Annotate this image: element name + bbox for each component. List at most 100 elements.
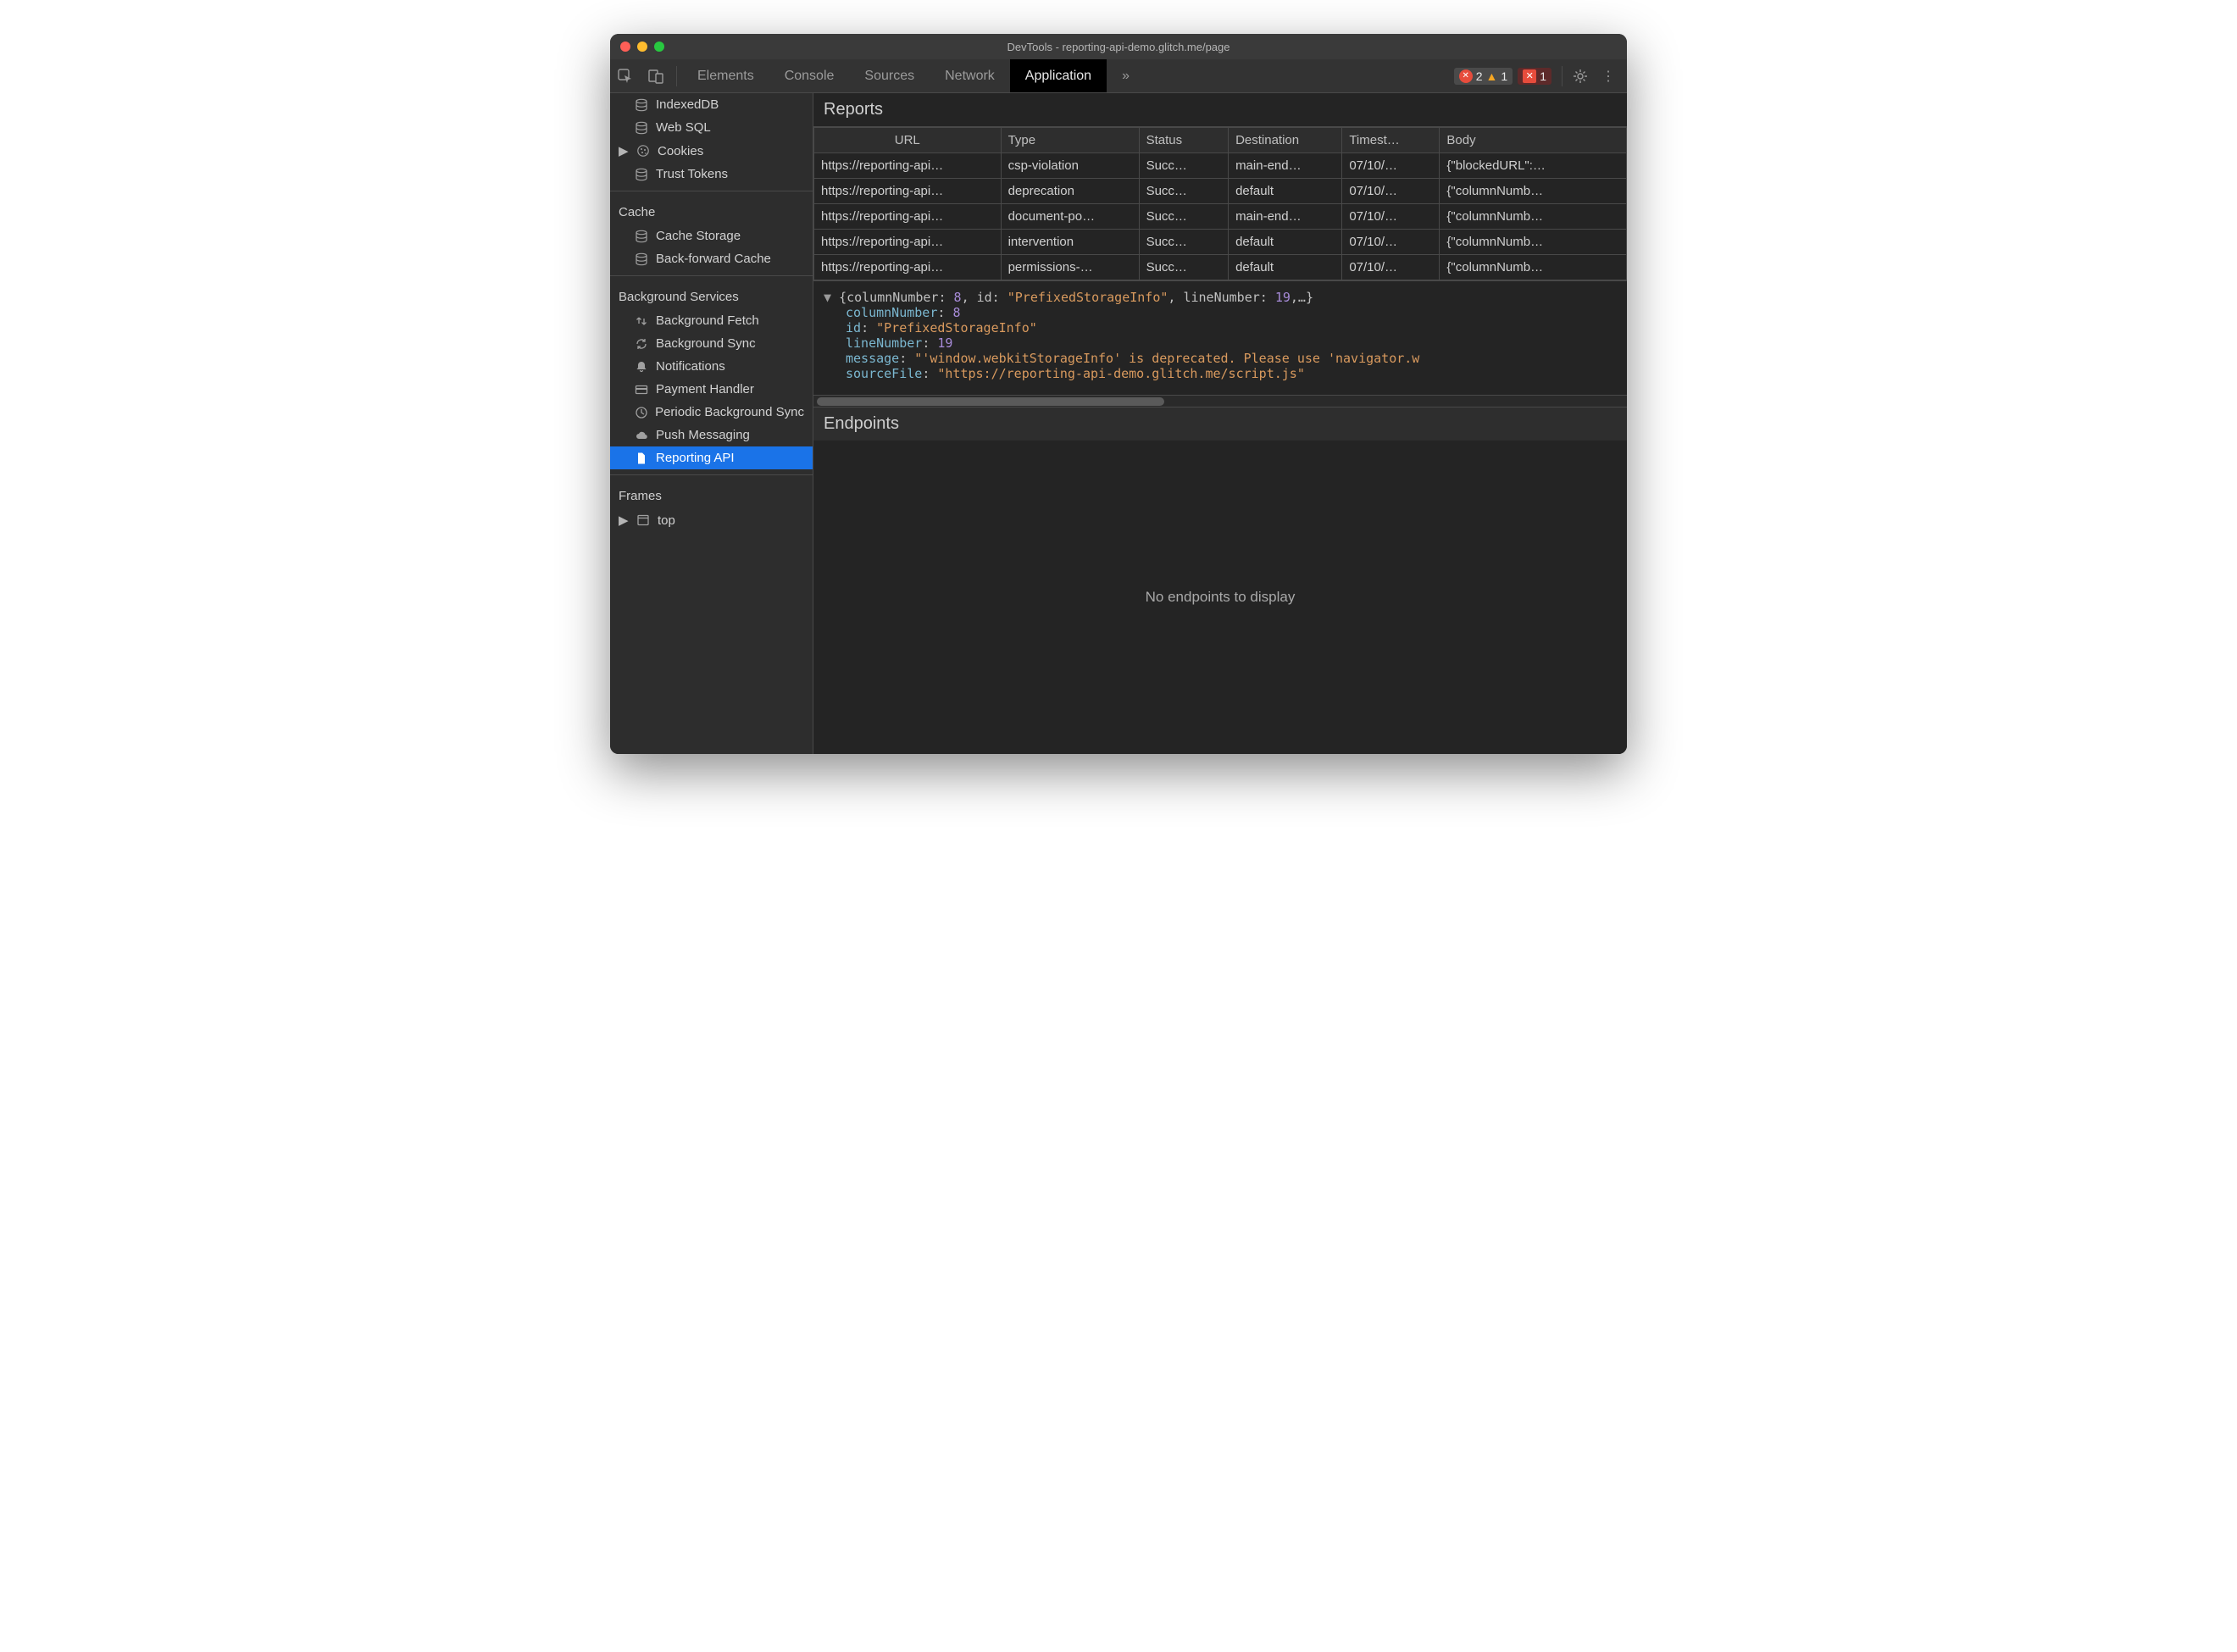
- report-detail-viewer[interactable]: ▼ {columnNumber: 8, id: "PrefixedStorage…: [813, 280, 1627, 395]
- more-menu-icon[interactable]: ⋮: [1598, 68, 1618, 85]
- table-cell: 07/10/…: [1342, 179, 1440, 204]
- sidebar-item-label: Push Messaging: [656, 428, 750, 442]
- settings-gear-icon[interactable]: [1573, 69, 1593, 84]
- table-cell: {"columnNumb…: [1440, 230, 1627, 255]
- col-url[interactable]: URL: [814, 128, 1002, 153]
- table-cell: {"columnNumb…: [1440, 255, 1627, 280]
- table-cell: 07/10/…: [1342, 153, 1440, 179]
- table-cell: 07/10/…: [1342, 230, 1440, 255]
- sidebar-item-reporting-api[interactable]: Reporting API: [610, 446, 813, 469]
- table-cell: 07/10/…: [1342, 255, 1440, 280]
- sidebar-item-frame-top[interactable]: ▶ top: [610, 508, 813, 532]
- console-errors-warnings-badge[interactable]: ✕2 ▲1: [1454, 68, 1513, 85]
- database-icon: [634, 252, 649, 266]
- database-icon: [634, 230, 649, 243]
- sidebar-item-cache-storage[interactable]: Cache Storage: [610, 225, 813, 247]
- detail-row: lineNumber: 19: [824, 335, 1617, 351]
- sidebar-item-label: Back-forward Cache: [656, 252, 771, 266]
- sidebar-group-background: Background Services: [610, 281, 813, 309]
- table-row[interactable]: https://reporting-api…deprecationSucc…de…: [814, 179, 1627, 204]
- sidebar-item-label: Payment Handler: [656, 382, 754, 396]
- collapse-icon[interactable]: ▼: [824, 290, 839, 305]
- toggle-device-icon[interactable]: [644, 64, 668, 88]
- titlebar: DevTools - reporting-api-demo.glitch.me/…: [610, 34, 1627, 59]
- issue-count: 1: [1540, 69, 1546, 83]
- table-cell: Succ…: [1139, 204, 1228, 230]
- table-cell: https://reporting-api…: [814, 255, 1002, 280]
- database-icon: [634, 98, 649, 112]
- table-cell: {"blockedURL":…: [1440, 153, 1627, 179]
- col-status[interactable]: Status: [1139, 128, 1228, 153]
- sidebar-item-bfcache[interactable]: Back-forward Cache: [610, 247, 813, 270]
- issues-badge[interactable]: ✕1: [1518, 68, 1551, 85]
- maximize-window-button[interactable]: [654, 42, 664, 52]
- sidebar-item-payment-handler[interactable]: Payment Handler: [610, 378, 813, 401]
- sidebar-item-cookies[interactable]: ▶ Cookies: [610, 139, 813, 163]
- sidebar-item-periodic-sync[interactable]: Periodic Background Sync: [610, 401, 813, 424]
- traffic-lights: [620, 42, 664, 52]
- table-cell: https://reporting-api…: [814, 153, 1002, 179]
- clock-icon: [634, 406, 648, 419]
- sidebar-item-label: Trust Tokens: [656, 167, 728, 181]
- tab-sources[interactable]: Sources: [849, 59, 930, 92]
- sidebar-item-label: Background Fetch: [656, 313, 759, 328]
- sidebar-item-label: Notifications: [656, 359, 725, 374]
- tab-network[interactable]: Network: [930, 59, 1010, 92]
- toolbar-separator: [676, 66, 677, 86]
- tab-console[interactable]: Console: [769, 59, 850, 92]
- table-cell: {"columnNumb…: [1440, 204, 1627, 230]
- detail-row: message: "'window.webkitStorageInfo' is …: [824, 351, 1617, 366]
- table-cell: default: [1229, 179, 1342, 204]
- window-title: DevTools - reporting-api-demo.glitch.me/…: [610, 41, 1627, 53]
- table-cell: https://reporting-api…: [814, 204, 1002, 230]
- table-cell: default: [1229, 230, 1342, 255]
- warning-icon: ▲: [1486, 69, 1498, 83]
- sidebar-item-push-messaging[interactable]: Push Messaging: [610, 424, 813, 446]
- table-cell: main-end…: [1229, 204, 1342, 230]
- expand-icon[interactable]: ▶: [619, 513, 627, 528]
- updown-icon: [634, 314, 649, 328]
- inspect-element-icon[interactable]: [613, 64, 637, 88]
- close-window-button[interactable]: [620, 42, 630, 52]
- table-row[interactable]: https://reporting-api…csp-violationSucc……: [814, 153, 1627, 179]
- col-type[interactable]: Type: [1001, 128, 1139, 153]
- table-row[interactable]: https://reporting-api…document-po…Succ…m…: [814, 204, 1627, 230]
- col-destination[interactable]: Destination: [1229, 128, 1342, 153]
- table-cell: 07/10/…: [1342, 204, 1440, 230]
- sidebar-item-label: top: [658, 513, 675, 528]
- devtools-body: IndexedDB Web SQL ▶ Cookies Trust Tokens…: [610, 93, 1627, 754]
- toolbar-separator-2: [1562, 66, 1563, 86]
- sidebar-group-cache: Cache: [610, 197, 813, 225]
- horizontal-scrollbar[interactable]: [813, 395, 1627, 407]
- endpoints-title: Endpoints: [813, 407, 1627, 441]
- sidebar-item-trust-tokens[interactable]: Trust Tokens: [610, 163, 813, 186]
- cookie-icon: [636, 144, 651, 158]
- detail-summary-row[interactable]: ▼ {columnNumber: 8, id: "PrefixedStorage…: [824, 290, 1617, 305]
- application-sidebar[interactable]: IndexedDB Web SQL ▶ Cookies Trust Tokens…: [610, 93, 813, 754]
- sidebar-item-notifications[interactable]: Notifications: [610, 355, 813, 378]
- sidebar-item-bg-sync[interactable]: Background Sync: [610, 332, 813, 355]
- table-cell: Succ…: [1139, 179, 1228, 204]
- expand-icon[interactable]: ▶: [619, 143, 627, 158]
- detail-row: sourceFile: "https://reporting-api-demo.…: [824, 366, 1617, 381]
- database-icon: [634, 121, 649, 135]
- scrollbar-thumb[interactable]: [817, 397, 1164, 406]
- sidebar-item-indexeddb[interactable]: IndexedDB: [610, 93, 813, 116]
- table-row[interactable]: https://reporting-api…permissions-…Succ……: [814, 255, 1627, 280]
- sidebar-item-bg-fetch[interactable]: Background Fetch: [610, 309, 813, 332]
- table-cell: permissions-…: [1001, 255, 1139, 280]
- sidebar-item-label: Background Sync: [656, 336, 756, 351]
- tab-application[interactable]: Application: [1010, 59, 1107, 92]
- table-cell: deprecation: [1001, 179, 1139, 204]
- table-cell: https://reporting-api…: [814, 179, 1002, 204]
- col-body[interactable]: Body: [1440, 128, 1627, 153]
- col-timestamp[interactable]: Timest…: [1342, 128, 1440, 153]
- table-cell: https://reporting-api…: [814, 230, 1002, 255]
- table-row[interactable]: https://reporting-api…interventionSucc…d…: [814, 230, 1627, 255]
- minimize-window-button[interactable]: [637, 42, 647, 52]
- sidebar-item-websql[interactable]: Web SQL: [610, 116, 813, 139]
- table-cell: intervention: [1001, 230, 1139, 255]
- tabs-overflow-icon[interactable]: »: [1107, 59, 1145, 92]
- toolbar-right: ✕2 ▲1 ✕1 ⋮: [1454, 66, 1627, 86]
- tab-elements[interactable]: Elements: [682, 59, 769, 92]
